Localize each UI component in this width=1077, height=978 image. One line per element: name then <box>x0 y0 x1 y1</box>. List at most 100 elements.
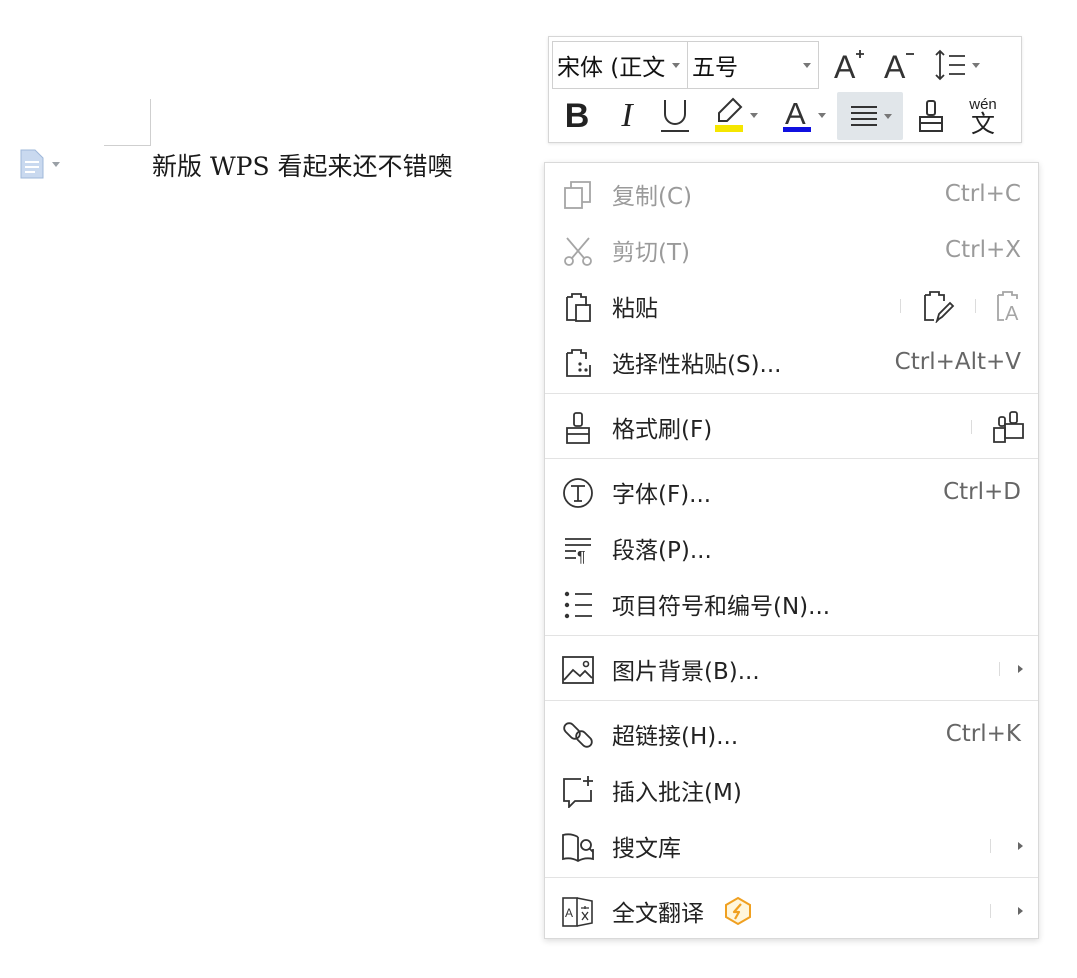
menu-item-shortcut: Ctrl+C <box>944 181 1021 207</box>
menu-item-copy[interactable]: 复制(C) Ctrl+C <box>545 166 1038 222</box>
chevron-down-icon <box>803 63 811 68</box>
menu-item-shortcut: Ctrl+X <box>945 237 1021 263</box>
menu-item-paste-special[interactable]: 选择性粘贴(S)... Ctrl+Alt+V <box>545 334 1038 390</box>
bold-button[interactable]: B <box>557 95 597 137</box>
menu-separator <box>545 635 1038 636</box>
paragraph-icon: ¶ <box>561 532 595 566</box>
document-text[interactable]: 新版 WPS 看起来还不错噢 <box>152 147 453 183</box>
divider <box>900 299 901 313</box>
align-justify-icon <box>851 106 877 126</box>
menu-separator <box>545 393 1038 394</box>
svg-text:A: A <box>565 906 573 920</box>
highlighter-icon <box>715 97 743 132</box>
menu-item-label: 剪切(T) <box>612 240 690 266</box>
format-painter-button[interactable] <box>911 95 951 137</box>
paste-icon <box>561 290 595 324</box>
italic-button[interactable]: I <box>607 95 647 137</box>
menu-item-hyperlink[interactable]: 超链接(H)... Ctrl+K <box>545 706 1038 762</box>
menu-item-shortcut: Ctrl+Alt+V <box>894 349 1021 375</box>
menu-item-label: 复制(C) <box>612 184 693 210</box>
add-comment-icon <box>561 774 595 808</box>
font-name-value: 宋体 (正文 <box>557 55 666 81</box>
context-menu: 复制(C) Ctrl+C 剪切(T) Ctrl+X 粘贴 A 选择性粘贴(S).… <box>544 162 1039 939</box>
menu-item-picture-background[interactable]: 图片背景(B)... <box>545 641 1038 697</box>
translate-icon: A <box>561 895 595 929</box>
submenu-arrow-icon <box>1018 907 1023 915</box>
shrink-font-button[interactable]: A <box>879 43 919 85</box>
grow-font-button[interactable]: A <box>829 43 869 85</box>
format-painter-icon <box>919 100 943 132</box>
chevron-down-icon <box>52 161 60 167</box>
chevron-down-icon <box>672 63 680 68</box>
menu-item-label: 图片背景(B)... <box>612 659 760 685</box>
menu-item-label: 搜文库 <box>612 836 681 862</box>
chevron-down-icon <box>972 62 980 68</box>
menu-item-full-translation[interactable]: A 全文翻译 <box>545 883 1038 939</box>
floating-format-toolbar: 宋体 (正文 五号 A A B I A wén 文 <box>548 36 1022 143</box>
font-circle-icon <box>561 476 595 510</box>
font-name-select[interactable]: 宋体 (正文 <box>552 41 688 89</box>
underline-button[interactable] <box>653 93 697 137</box>
svg-text:A: A <box>1005 303 1019 323</box>
font-size-select[interactable]: 五号 <box>687 41 819 89</box>
phonetic-guide-char: 文 <box>971 109 995 138</box>
align-button[interactable] <box>837 92 903 140</box>
page-margin-corner-vertical <box>150 99 151 145</box>
bullet-list-icon <box>561 588 595 622</box>
paste-keep-format-icon[interactable] <box>921 289 955 327</box>
link-icon <box>561 718 595 752</box>
menu-item-format-painter[interactable]: 格式刷(F) <box>545 399 1038 455</box>
menu-item-label: 粘贴 <box>612 296 658 322</box>
menu-item-shortcut: Ctrl+D <box>943 479 1021 505</box>
svg-text:A: A <box>785 96 806 131</box>
chevron-down-icon <box>750 112 758 118</box>
phonetic-guide-button[interactable]: wén 文 <box>959 93 1007 139</box>
divider <box>971 420 972 434</box>
menu-item-label: 插入批注(M) <box>612 780 742 806</box>
chevron-down-icon <box>818 112 826 118</box>
menu-item-label: 格式刷(F) <box>612 417 713 443</box>
paragraph-layout-control[interactable] <box>18 148 60 180</box>
menu-separator <box>545 877 1038 878</box>
menu-separator <box>545 458 1038 459</box>
menu-item-font[interactable]: 字体(F)... Ctrl+D <box>545 464 1038 520</box>
menu-item-search-library[interactable]: 搜文库 <box>545 818 1038 874</box>
paste-text-only-icon[interactable]: A <box>994 289 1028 327</box>
format-painter-icon <box>561 411 595 445</box>
divider <box>999 662 1000 676</box>
menu-item-shortcut: Ctrl+K <box>945 721 1021 747</box>
menu-item-insert-comment[interactable]: 插入批注(M) <box>545 762 1038 818</box>
menu-item-label: 字体(F)... <box>612 482 712 508</box>
menu-item-label: 项目符号和编号(N)... <box>612 594 831 620</box>
menu-item-bullets-numbering[interactable]: 项目符号和编号(N)... <box>545 576 1038 632</box>
menu-item-paste[interactable]: 粘贴 A <box>545 278 1038 334</box>
highlight-button[interactable] <box>707 93 763 137</box>
svg-text:A: A <box>834 49 856 82</box>
font-color-icon: A <box>783 96 811 132</box>
format-painter-multi-icon[interactable] <box>991 410 1027 448</box>
divider <box>975 299 976 313</box>
underline-icon <box>661 100 689 132</box>
paste-special-icon <box>561 346 595 380</box>
picture-icon <box>561 653 595 687</box>
menu-item-label: 超链接(H)... <box>612 724 739 750</box>
font-grow-icon: A <box>834 49 864 82</box>
menu-item-label: 段落(P)... <box>612 538 712 564</box>
svg-text:A: A <box>884 49 906 82</box>
font-size-value: 五号 <box>692 55 738 81</box>
menu-item-paragraph[interactable]: ¶ 段落(P)... <box>545 520 1038 576</box>
menu-item-cut[interactable]: 剪切(T) Ctrl+X <box>545 222 1038 278</box>
line-spacing-button[interactable] <box>929 45 985 85</box>
svg-text:¶: ¶ <box>577 549 586 565</box>
chevron-down-icon <box>884 113 892 119</box>
divider <box>990 839 991 853</box>
submenu-arrow-icon <box>1018 665 1023 673</box>
submenu-arrow-icon <box>1018 842 1023 850</box>
line-spacing-icon <box>935 49 965 81</box>
page-margin-corner-horizontal <box>104 145 151 146</box>
menu-separator <box>545 700 1038 701</box>
copy-icon <box>561 178 595 212</box>
menu-item-label: 全文翻译 <box>612 901 704 927</box>
menu-item-label: 选择性粘贴(S)... <box>612 352 782 378</box>
font-color-button[interactable]: A <box>775 93 831 137</box>
